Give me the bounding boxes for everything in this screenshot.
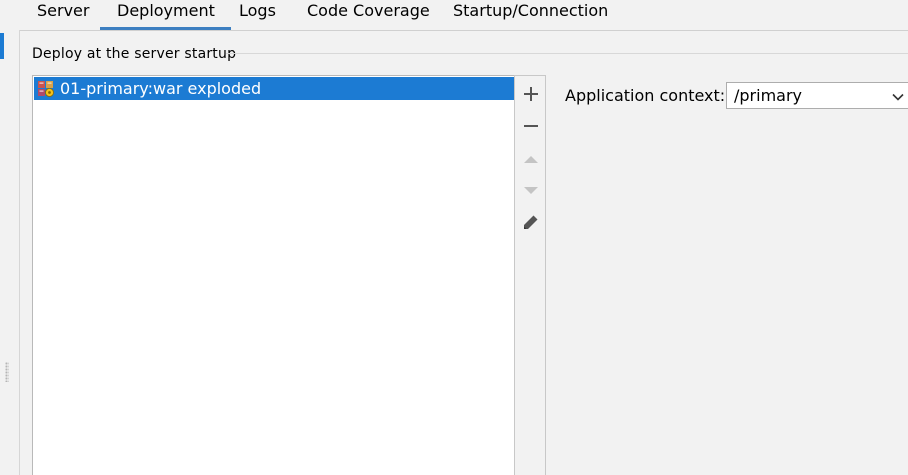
splitter-grip[interactable] [5, 362, 9, 382]
group-separator [226, 53, 908, 54]
war-exploded-artifact-icon [37, 80, 54, 97]
tab-bar: Server Deployment Logs Code Coverage Sta… [20, 0, 908, 31]
chevron-down-icon[interactable] [891, 89, 905, 103]
minus-icon [524, 125, 538, 127]
application-context-value: /primary [734, 86, 803, 105]
plus-icon [524, 87, 538, 101]
deployment-artifact-list[interactable]: 01-primary:war exploded [32, 75, 515, 475]
tab-code-coverage[interactable]: Code Coverage [307, 0, 430, 30]
artifact-label: 01-primary:war exploded [60, 79, 262, 98]
tab-deployment[interactable]: Deployment [100, 0, 231, 30]
application-context-label: Application context: [565, 86, 726, 105]
deploy-group-title: Deploy at the server startup [32, 46, 237, 62]
pencil-icon [524, 215, 538, 229]
tab-startup-connection[interactable]: Startup/Connection [453, 0, 608, 30]
splitter-divider[interactable] [19, 30, 20, 475]
move-up-button[interactable] [520, 148, 542, 170]
left-selection-indicator [0, 33, 4, 59]
triangle-up-icon [524, 156, 538, 163]
add-button[interactable] [520, 83, 542, 105]
run-configuration-panel: Server Deployment Logs Code Coverage Sta… [0, 0, 908, 475]
list-item[interactable]: 01-primary:war exploded [34, 77, 514, 100]
tab-logs[interactable]: Logs [239, 0, 276, 30]
application-context-combo[interactable]: /primary [726, 82, 908, 109]
tab-server[interactable]: Server [37, 0, 89, 30]
list-toolbar [514, 75, 546, 475]
triangle-down-icon [524, 187, 538, 194]
remove-button[interactable] [520, 115, 542, 137]
move-down-button[interactable] [520, 179, 542, 201]
edit-button[interactable] [520, 211, 542, 233]
